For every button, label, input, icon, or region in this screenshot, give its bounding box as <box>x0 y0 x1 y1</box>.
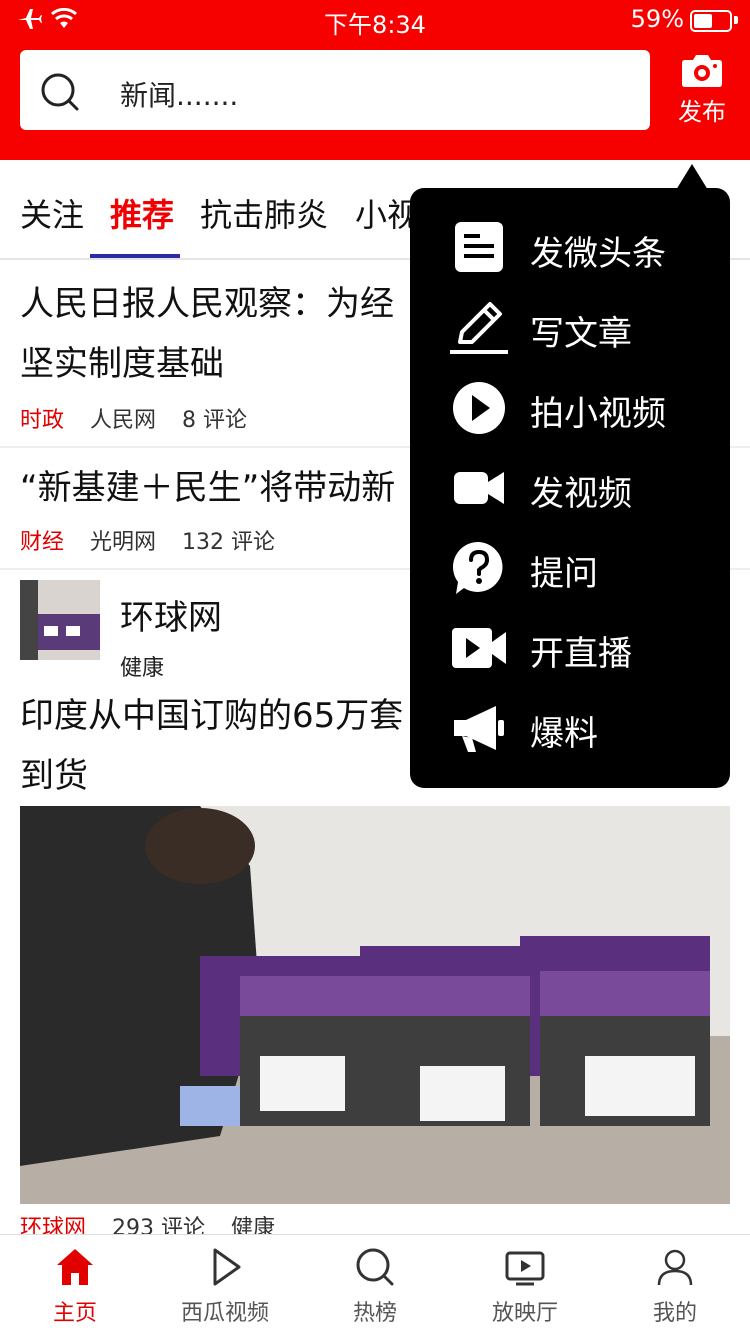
menu-item-short-video[interactable]: 拍小视频 <box>410 368 730 448</box>
nav-xigua-video[interactable]: 西瓜视频 <box>150 1247 300 1327</box>
nav-home[interactable]: 主页 <box>0 1247 150 1327</box>
video-camera-icon <box>454 472 504 504</box>
status-bar: 下午8:34 59% <box>0 0 750 40</box>
tab-recommend[interactable]: 推荐 <box>110 190 174 236</box>
nav-label: 我的 <box>652 1301 697 1326</box>
search-bar[interactable]: 新闻....... <box>20 50 650 130</box>
bottom-navigation: 主页 西瓜视频 热榜 放映厅 我的 <box>0 1234 750 1335</box>
menu-label: 提问 <box>530 554 598 594</box>
popup-arrow <box>676 164 708 190</box>
nav-profile[interactable]: 我的 <box>600 1247 750 1327</box>
menu-item-micro-post[interactable]: 发微头条 <box>410 208 730 288</box>
publish-label: 发布 <box>678 98 726 126</box>
menu-label: 拍小视频 <box>530 394 666 434</box>
article-title-continued[interactable]: 坚实制度基础 <box>20 334 224 394</box>
menu-label: 爆料 <box>530 714 598 754</box>
menu-item-post-video[interactable]: 发视频 <box>410 448 730 528</box>
comment-count: 132 评论 <box>182 530 276 555</box>
camera-icon <box>682 55 722 87</box>
article-image <box>20 806 730 1204</box>
source-label: 光明网 <box>90 530 157 555</box>
article-meta: 时政 人民网 8 评论 <box>20 402 247 434</box>
comment-count: 8 评论 <box>182 408 248 433</box>
top-header: 下午8:34 59% 新闻....... 发布 <box>0 0 750 160</box>
active-tab-indicator <box>90 254 180 258</box>
tab-fight-pneumonia[interactable]: 抗击肺炎 <box>200 190 328 236</box>
battery-percentage: 59% <box>630 5 684 33</box>
source-label: 人民网 <box>90 408 157 433</box>
menu-label: 写文章 <box>530 314 632 354</box>
hot-search-icon <box>356 1248 394 1286</box>
menu-label: 发微头条 <box>530 234 666 274</box>
publish-popup-menu: 发微头条 写文章 拍小视频 发视频 提问 开直播 爆料 <box>410 188 730 788</box>
source-name[interactable]: 环球网 <box>120 590 222 639</box>
article-title[interactable]: 人民日报人民观察：为经 <box>20 274 394 334</box>
menu-label: 开直播 <box>530 634 632 674</box>
category-label[interactable]: 财经 <box>20 530 64 555</box>
category-label[interactable]: 时政 <box>20 408 64 433</box>
menu-item-tip-off[interactable]: 爆料 <box>410 688 730 768</box>
source-tag: 健康 <box>120 656 165 681</box>
article-meta: 财经 光明网 132 评论 <box>20 524 275 556</box>
document-icon <box>455 222 503 272</box>
pencil-icon <box>450 302 508 354</box>
home-icon <box>57 1249 93 1285</box>
menu-item-write-article[interactable]: 写文章 <box>410 288 730 368</box>
nav-hot-list[interactable]: 热榜 <box>300 1247 450 1327</box>
publish-button[interactable]: 发布 <box>662 52 742 142</box>
menu-item-ask-question[interactable]: 提问 <box>410 528 730 608</box>
article-title[interactable]: 印度从中国订购的65万套 <box>20 686 403 746</box>
user-icon <box>657 1249 693 1286</box>
article-title[interactable]: “新基建＋民生”将带动新 <box>20 458 395 518</box>
search-icon <box>41 73 79 111</box>
battery-icon <box>690 10 732 32</box>
megaphone-icon <box>454 706 504 752</box>
nav-label: 放映厅 <box>491 1301 558 1326</box>
search-placeholder: 新闻....... <box>120 79 239 112</box>
thumbnail-image <box>20 580 100 660</box>
article-photo[interactable] <box>20 806 730 1204</box>
nav-label: 西瓜视频 <box>180 1301 269 1326</box>
tab-follow[interactable]: 关注 <box>20 190 84 236</box>
play-circle-icon <box>453 382 505 434</box>
menu-item-go-live[interactable]: 开直播 <box>410 608 730 688</box>
tv-play-icon <box>505 1251 545 1286</box>
article-title-continued[interactable]: 到货 <box>20 746 88 806</box>
menu-label: 发视频 <box>530 474 632 514</box>
battery-tip <box>734 16 738 24</box>
nav-label: 主页 <box>52 1301 97 1326</box>
play-icon <box>213 1248 241 1286</box>
source-avatar[interactable] <box>20 580 100 660</box>
nav-cinema[interactable]: 放映厅 <box>450 1247 600 1327</box>
question-bubble-icon <box>452 541 503 594</box>
nav-label: 热榜 <box>352 1301 397 1326</box>
live-camera-icon <box>452 628 506 668</box>
